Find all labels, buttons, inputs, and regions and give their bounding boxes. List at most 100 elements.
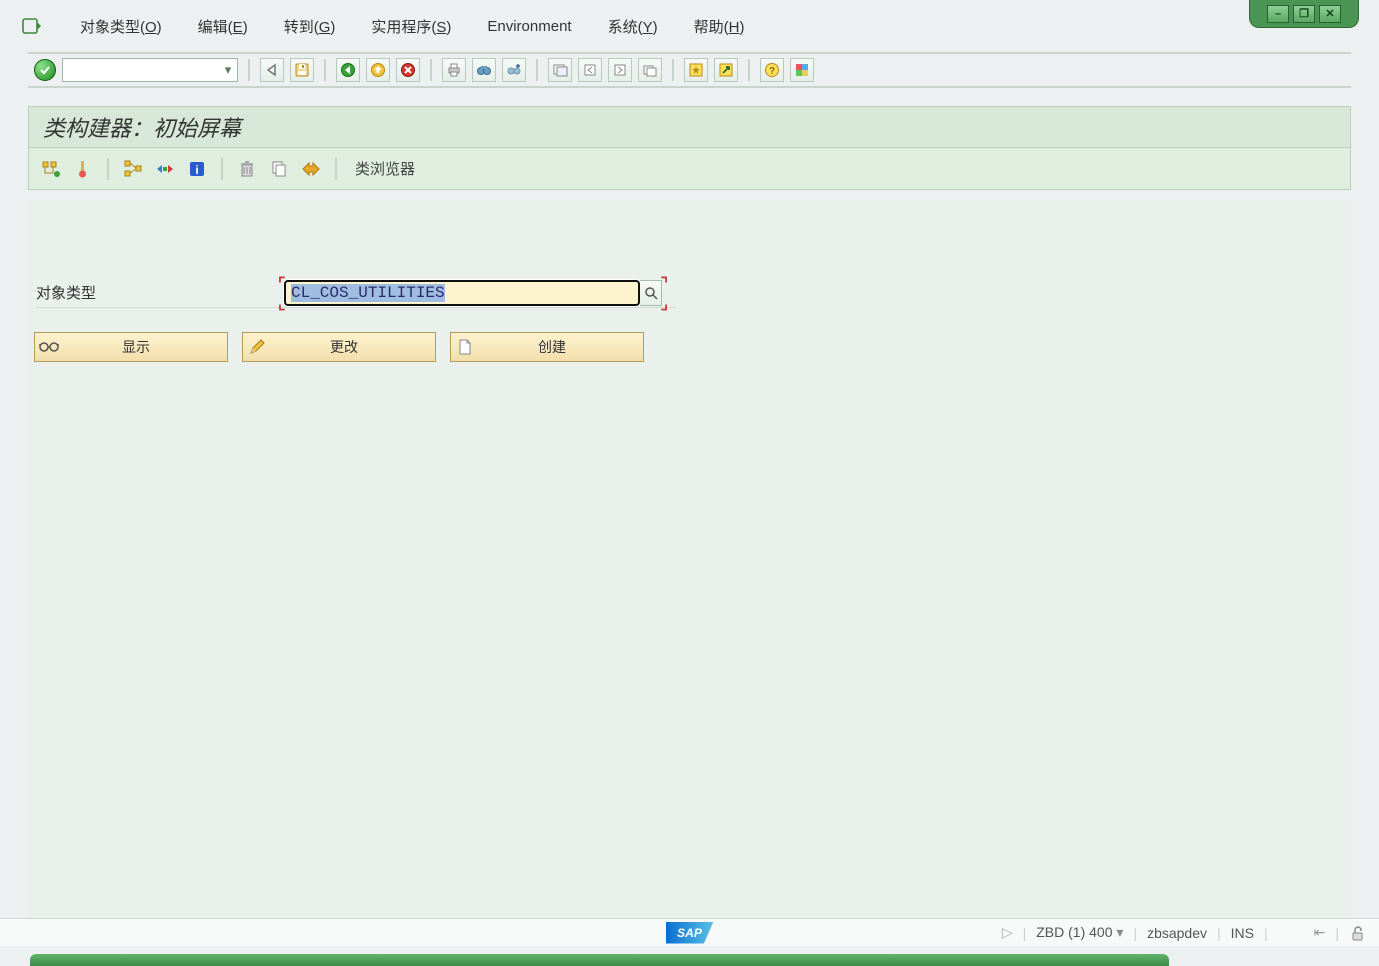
- info-button[interactable]: i: [185, 157, 209, 181]
- create-button[interactable]: 创建: [450, 332, 644, 362]
- shortcut-button[interactable]: [714, 58, 738, 82]
- page-title: 类构建器：初始屏幕: [28, 106, 1351, 148]
- req-corner-icon: ⌝: [661, 274, 669, 294]
- separator: [335, 158, 337, 180]
- display-button-label: 显示: [63, 337, 227, 357]
- layout-button[interactable]: [790, 58, 814, 82]
- status-insert-mode: INS: [1231, 925, 1254, 941]
- where-used-icon: [123, 159, 143, 179]
- navigate-button[interactable]: [153, 157, 177, 181]
- menu-system[interactable]: 系统(Y): [608, 16, 658, 37]
- class-browser-label[interactable]: 类浏览器: [355, 158, 415, 179]
- object-type-input[interactable]: [284, 280, 640, 306]
- status-system[interactable]: ZBD (1) 400 ▾: [1036, 924, 1123, 941]
- minimize-icon: –: [1275, 8, 1281, 20]
- req-corner-icon: ⌟: [661, 294, 669, 314]
- cancel-button[interactable]: [396, 58, 420, 82]
- sap-logo: SAP: [666, 922, 714, 944]
- restore-button[interactable]: ❐: [1293, 5, 1315, 23]
- test-button[interactable]: [71, 157, 95, 181]
- next-page-button[interactable]: [608, 58, 632, 82]
- close-icon: ✕: [1325, 7, 1334, 20]
- window-controls: – ❐ ✕: [1249, 0, 1359, 28]
- display-button[interactable]: 显示: [34, 332, 228, 362]
- page-icon: [451, 339, 479, 355]
- print-button[interactable]: [442, 58, 466, 82]
- hierarchy-check-icon: [41, 159, 61, 179]
- object-type-label: 对象类型: [36, 282, 284, 303]
- menu-help[interactable]: 帮助(H): [694, 16, 745, 37]
- save-button[interactable]: [290, 58, 314, 82]
- menu-bar: 对象类型(O) 编辑(E) 转到(G) 实用程序(S) Environment …: [22, 10, 1239, 42]
- menu-goto[interactable]: 转到(G): [284, 16, 336, 37]
- action-button-row: 显示 更改 创建: [34, 332, 644, 362]
- nav-arrows-icon: [155, 159, 175, 179]
- svg-text:i: i: [195, 163, 198, 177]
- object-type-input-wrap: ⌜ ⌝ ⌞ ⌟: [284, 280, 662, 306]
- save-icon: [294, 62, 310, 78]
- activate-button[interactable]: [299, 157, 323, 181]
- menu-environment[interactable]: Environment: [487, 18, 571, 35]
- status-expand-icon[interactable]: ▷: [1002, 924, 1013, 941]
- svg-text:?: ?: [769, 66, 775, 77]
- req-corner-icon: ⌜: [278, 274, 286, 294]
- status-bar: SAP ▷ | ZBD (1) 400 ▾ | zbsapdev | INS |…: [0, 918, 1379, 946]
- search-help-button[interactable]: [640, 280, 662, 306]
- dropdown-icon: ▾: [1116, 924, 1123, 940]
- req-corner-icon: ⌞: [278, 294, 286, 314]
- exit-icon: [370, 62, 386, 78]
- star-box-icon: [688, 62, 704, 78]
- separator: [430, 59, 432, 81]
- delete-button[interactable]: [235, 157, 259, 181]
- find-next-button[interactable]: [502, 58, 526, 82]
- object-type-row: 对象类型 ⌜ ⌝ ⌞ ⌟: [36, 278, 676, 308]
- exit-button[interactable]: [366, 58, 390, 82]
- command-field[interactable]: ▾: [62, 58, 238, 82]
- lock-icon[interactable]: [1349, 925, 1365, 941]
- close-button[interactable]: ✕: [1319, 5, 1341, 23]
- copy-icon: [270, 160, 288, 178]
- help-button[interactable]: ?: [760, 58, 784, 82]
- create-button-label: 创建: [479, 337, 643, 357]
- menu-utilities[interactable]: 实用程序(S): [371, 16, 451, 37]
- menu-object-type[interactable]: 对象类型(O): [80, 16, 162, 37]
- back-button[interactable]: [336, 58, 360, 82]
- find-button[interactable]: [472, 58, 496, 82]
- match-icon: [74, 159, 92, 179]
- last-page-button[interactable]: [638, 58, 662, 82]
- trash-icon: [239, 160, 255, 178]
- check-button[interactable]: [39, 157, 63, 181]
- binoculars-icon: [476, 62, 492, 78]
- copy-button[interactable]: [267, 157, 291, 181]
- pencil-icon: [243, 339, 271, 355]
- menu-app-icon[interactable]: [22, 18, 44, 34]
- double-arrow-icon: [301, 160, 321, 178]
- change-button[interactable]: 更改: [242, 332, 436, 362]
- prev-page-button[interactable]: [578, 58, 602, 82]
- new-session-button[interactable]: [684, 58, 708, 82]
- separator: [536, 59, 538, 81]
- application-toolbar: i 类浏览器: [28, 148, 1351, 190]
- status-server: zbsapdev: [1147, 925, 1207, 941]
- print-icon: [446, 62, 462, 78]
- separator: [748, 59, 750, 81]
- enter-button[interactable]: [34, 59, 56, 81]
- change-button-label: 更改: [271, 337, 435, 357]
- first-page-button[interactable]: [548, 58, 572, 82]
- restore-icon: ❐: [1299, 7, 1309, 20]
- session-icon: [552, 62, 568, 78]
- shortcut-icon: [718, 62, 734, 78]
- where-used-button[interactable]: [121, 157, 145, 181]
- binoculars-plus-icon: [506, 62, 522, 78]
- back-tri-button[interactable]: [260, 58, 284, 82]
- minimize-button[interactable]: –: [1267, 5, 1289, 23]
- menu-edit[interactable]: 编辑(E): [198, 16, 248, 37]
- search-icon: [644, 286, 658, 300]
- tab-icon[interactable]: ⇤: [1314, 924, 1326, 941]
- system-toolbar: ▾: [28, 52, 1351, 88]
- dropdown-icon[interactable]: ▾: [219, 59, 237, 81]
- separator: [107, 158, 109, 180]
- separator: [324, 59, 326, 81]
- layout-icon: [794, 62, 810, 78]
- help-icon: ?: [764, 62, 780, 78]
